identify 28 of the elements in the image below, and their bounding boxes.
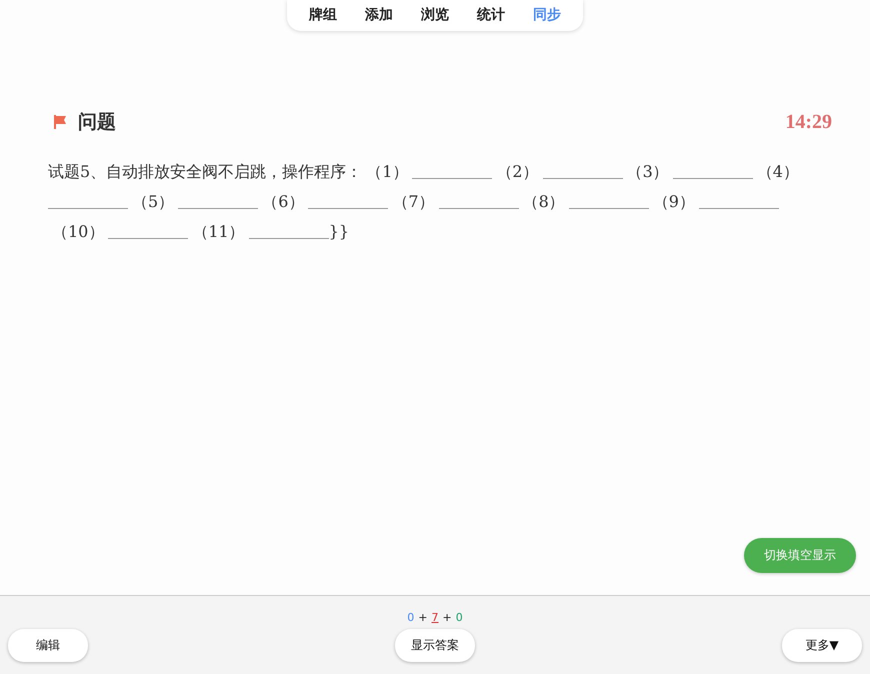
edit-button[interactable]: 编辑 (8, 629, 88, 662)
blank-number: （5） (131, 192, 176, 211)
flag-icon (52, 114, 68, 130)
show-answer-button[interactable]: 显示答案 (395, 629, 475, 662)
card-count: + (418, 611, 428, 624)
blank-number: （2） (495, 162, 540, 181)
card-count: 0 (407, 611, 414, 624)
blank-number: （6） (261, 192, 306, 211)
blank-number: （3） (626, 162, 670, 181)
nav-tab[interactable]: 添加 (351, 0, 407, 31)
nav-tab[interactable]: 浏览 (407, 0, 463, 31)
blank-number: （11） (191, 222, 246, 241)
brace-text: }} (328, 222, 350, 241)
nav-tab[interactable]: 统计 (463, 0, 519, 31)
timer: 14:29 (785, 110, 832, 134)
blank-number: （4） (756, 162, 800, 181)
card-count: + (442, 611, 452, 624)
blank-number: （1） (365, 162, 410, 181)
question-heading: 问题 (78, 110, 116, 135)
question-text: 试题5、自动排放安全阀不启跳，操作程序： (48, 162, 362, 181)
card-count: 0 (456, 611, 463, 624)
more-button[interactable]: 更多▼ (782, 629, 862, 662)
blank-number: （7） (391, 192, 436, 211)
blank-number: （10） (51, 222, 106, 241)
nav-tab[interactable]: 牌组 (295, 0, 351, 31)
blank-number: （9） (652, 192, 696, 211)
blank-number: （8） (522, 192, 566, 211)
card-count: 7 (432, 611, 438, 624)
